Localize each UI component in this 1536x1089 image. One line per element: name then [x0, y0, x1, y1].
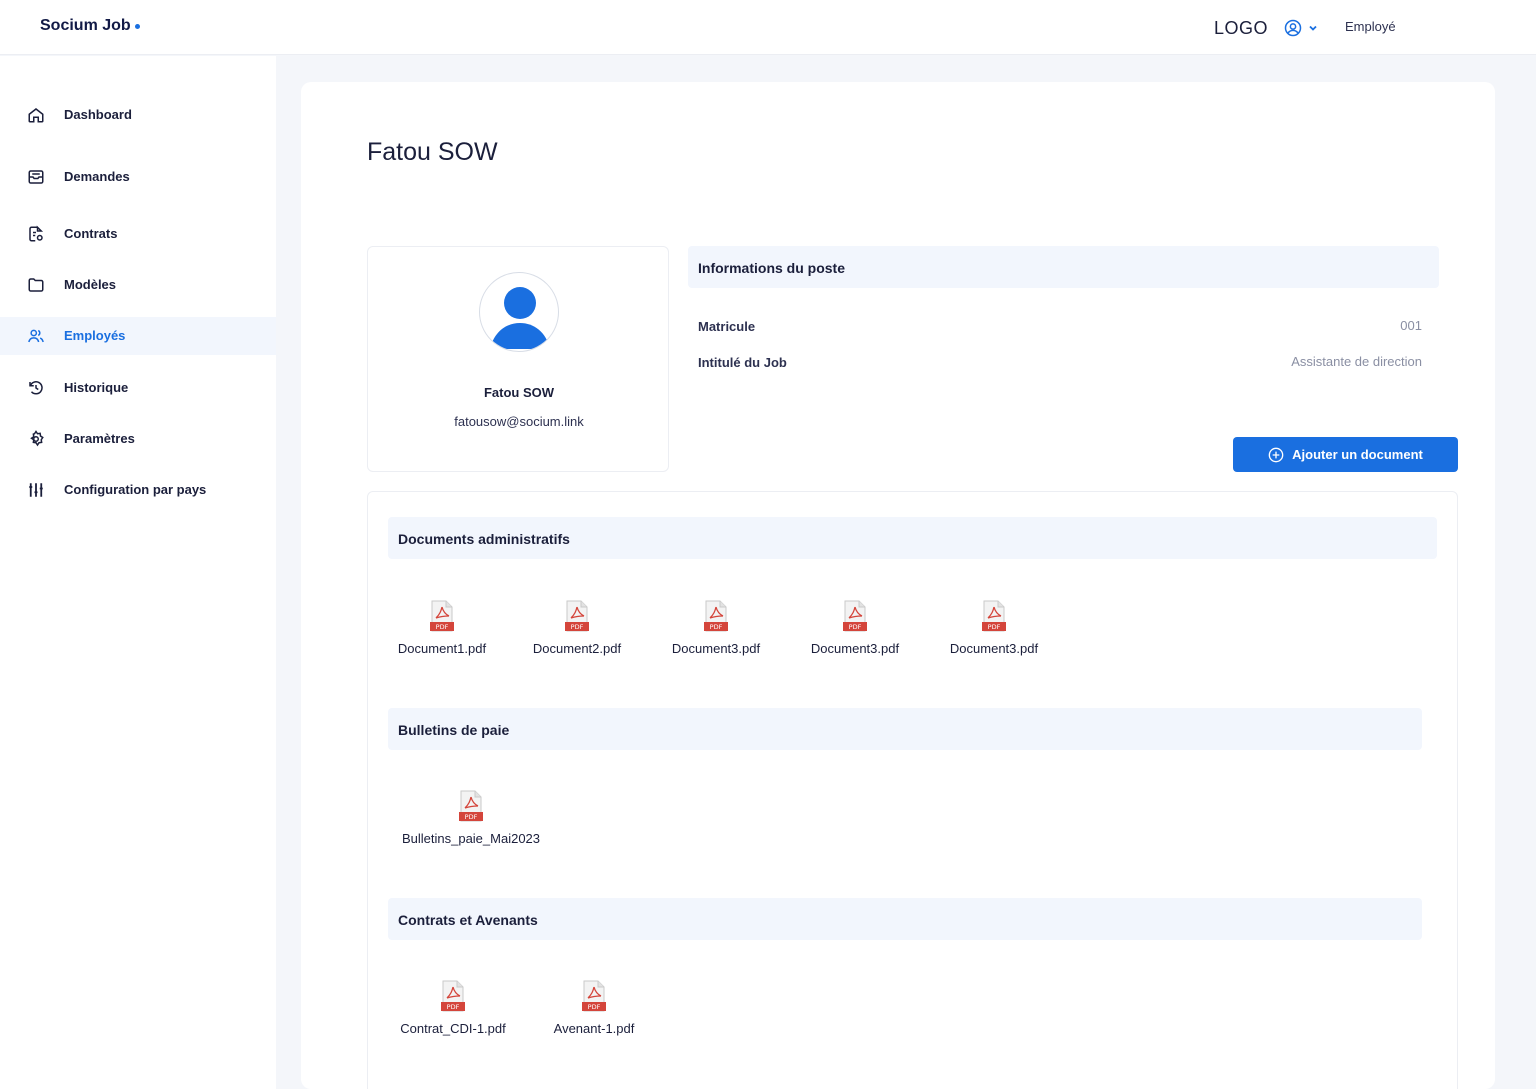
pdf-document[interactable]: PDF Bulletins_paie_Mai2023 — [397, 790, 545, 850]
document-name: Document3.pdf — [810, 641, 900, 656]
sidebar-item-label: Employés — [64, 328, 126, 343]
section-header: Contrats et Avenants — [388, 898, 1422, 940]
add-document-button[interactable]: Ajouter un document — [1233, 437, 1458, 472]
pdf-document[interactable]: PDF Document2.pdf — [528, 600, 626, 660]
sliders-icon — [29, 483, 43, 497]
contract-icon — [29, 225, 44, 242]
sidebar-item-label: Configuration par pays — [64, 482, 207, 497]
section-header: Documents administratifs — [388, 517, 1437, 559]
pdf-file-icon: PDF — [441, 980, 465, 1012]
pdf-badge-text: PDF — [849, 623, 862, 631]
user-menu[interactable] — [1284, 19, 1318, 37]
job-info-title: Informations du poste — [698, 260, 845, 276]
pdf-file-icon: PDF — [565, 600, 589, 632]
pdf-badge-text: PDF — [465, 813, 478, 821]
pdf-document[interactable]: PDF Contrat_CDI-1.pdf — [397, 980, 509, 1040]
add-document-label: Ajouter un document — [1292, 447, 1423, 462]
pdf-badge-text: PDF — [571, 623, 584, 631]
pdf-badge-text: PDF — [447, 1003, 460, 1011]
pdf-badge-text: PDF — [436, 623, 449, 631]
document-name: Avenant-1.pdf — [553, 1021, 635, 1036]
company-logo: LOGO — [1214, 18, 1269, 38]
sidebar: Dashboard Demandes Contrats Modèles Empl… — [0, 56, 276, 1089]
sidebar-item-employes[interactable]: Employés — [0, 317, 276, 355]
pdf-badge-text: PDF — [988, 623, 1001, 631]
document-name: Contrat_CDI-1.pdf — [400, 1021, 506, 1036]
pdf-file-icon: PDF — [982, 600, 1006, 632]
sidebar-item-configuration[interactable]: Configuration par pays — [0, 471, 276, 509]
pdf-file-icon: PDF — [459, 790, 483, 822]
sidebar-item-label: Contrats — [64, 226, 118, 241]
pdf-document[interactable]: PDF Document3.pdf — [806, 600, 904, 660]
pdf-document[interactable]: PDF Document1.pdf — [397, 600, 487, 660]
pdf-badge-text: PDF — [588, 1003, 601, 1011]
section-header: Bulletins de paie — [388, 708, 1422, 750]
brand-dot — [134, 24, 140, 29]
user-role: Employé — [1345, 19, 1396, 34]
document-name: Document1.pdf — [397, 641, 487, 656]
pdf-file-icon: PDF — [582, 980, 606, 1012]
pdf-file-icon: PDF — [704, 600, 728, 632]
avatar — [479, 272, 559, 352]
sidebar-item-historique[interactable]: Historique — [0, 369, 276, 407]
pdf-document[interactable]: PDF Document3.pdf — [667, 600, 765, 660]
sidebar-item-label: Historique — [64, 380, 129, 395]
gear-icon — [30, 430, 44, 447]
sidebar-item-dashboard[interactable]: Dashboard — [0, 96, 276, 134]
plus-circle-icon — [1268, 447, 1284, 462]
inbox-icon — [28, 170, 44, 184]
section-title: Bulletins de paie — [398, 722, 510, 738]
brand-logo[interactable]: Socium Job — [40, 17, 140, 35]
pdf-file-icon: PDF — [430, 600, 454, 632]
document-name: Document3.pdf — [949, 641, 1039, 656]
job-info-header: Informations du poste — [688, 246, 1439, 288]
matricule-value: 001 — [1400, 318, 1422, 333]
pdf-badge-text: PDF — [710, 623, 723, 631]
home-icon — [28, 108, 44, 123]
document-name: Bulletins_paie_Mai2023 — [401, 831, 541, 846]
sidebar-item-modeles[interactable]: Modèles — [0, 266, 276, 304]
folder-icon — [28, 278, 44, 292]
sidebar-item-demandes[interactable]: Demandes — [0, 158, 276, 196]
top-bar: Socium Job LOGO Employé — [0, 0, 1536, 55]
chevron-down-icon — [1309, 25, 1317, 31]
user-avatar-icon — [490, 287, 550, 349]
sidebar-item-label: Dashboard — [64, 107, 132, 122]
job-title-value: Assistante de direction — [1291, 354, 1422, 369]
sidebar-item-contrats[interactable]: Contrats — [0, 215, 276, 253]
pdf-document[interactable]: PDF Document3.pdf — [945, 600, 1043, 660]
section-title: Documents administratifs — [398, 531, 570, 547]
sidebar-item-label: Paramètres — [64, 431, 135, 446]
sidebar-item-label: Demandes — [64, 169, 130, 184]
page-title: Fatou SOW — [367, 138, 498, 166]
section-title: Contrats et Avenants — [398, 912, 538, 928]
profile-email: fatousow@socium.link — [454, 414, 584, 429]
document-name: Document3.pdf — [671, 641, 761, 656]
sidebar-item-label: Modèles — [64, 277, 117, 292]
history-icon — [29, 381, 43, 395]
profile-name: Fatou SOW — [483, 385, 555, 400]
sidebar-item-parametres[interactable]: Paramètres — [0, 420, 276, 458]
matricule-label: Matricule — [698, 319, 756, 334]
users-icon — [28, 329, 44, 343]
document-name: Document2.pdf — [532, 641, 622, 656]
profile-card: Fatou SOW fatousow@socium.link — [367, 246, 669, 472]
user-circle-icon — [1284, 19, 1302, 37]
job-title-label: Intitulé du Job — [698, 355, 787, 370]
pdf-document[interactable]: PDF Avenant-1.pdf — [550, 980, 638, 1040]
pdf-file-icon: PDF — [843, 600, 867, 632]
